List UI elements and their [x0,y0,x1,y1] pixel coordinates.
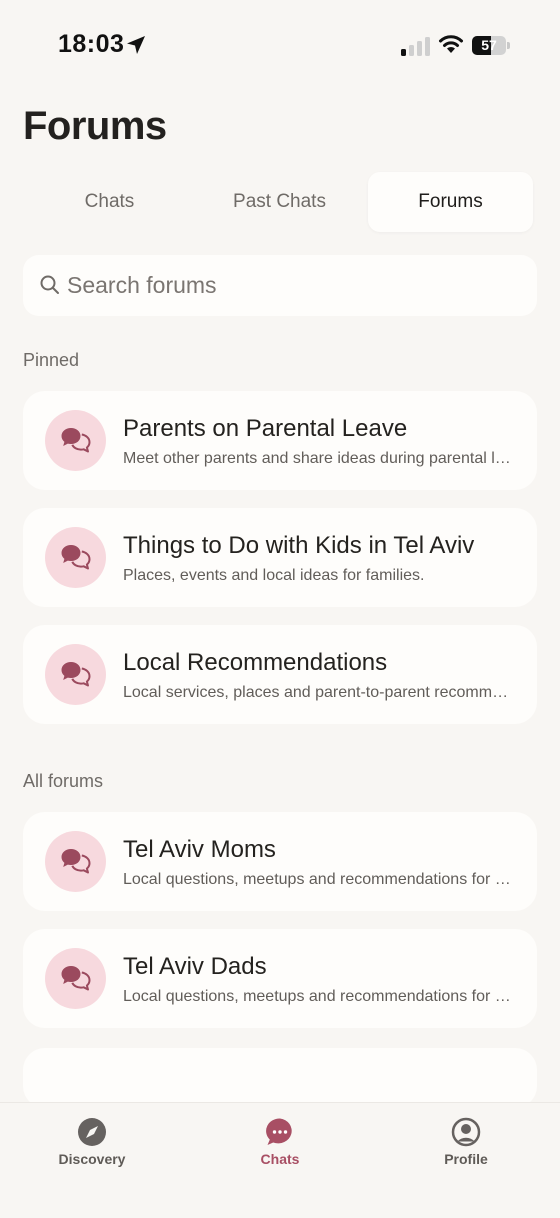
segmented-tabs: Chats Past Chats Forums [23,172,537,232]
section-label-all-forums: All forums [23,771,104,791]
wifi-icon [439,35,463,53]
forum-description: Meet other parents and share ideas durin… [123,450,513,467]
nav-label: Chats [260,1151,300,1167]
search-icon [40,275,59,294]
forum-avatar [45,410,106,471]
nav-chats[interactable]: Chats [210,1103,350,1183]
search-bar [23,255,537,316]
battery-indicator: 57 [472,36,510,55]
chat-bubbles-icon [60,427,91,453]
compass-icon [78,1118,106,1146]
forum-card[interactable]: Parents on Parental Leave Meet other par… [23,391,537,490]
forum-title: Local Recommendations [123,649,388,676]
status-time: 18:03 [58,30,125,58]
nav-profile[interactable]: Profile [396,1103,536,1183]
forum-description: Local questions, meetups and recommendat… [123,988,513,1005]
forum-description: Places, events and local ideas for famil… [123,567,425,584]
forum-card[interactable]: Tel Aviv Dads Local questions, meetups a… [23,929,537,1028]
forum-card-partial[interactable] [23,1048,537,1108]
nav-label: Profile [444,1151,488,1167]
forum-avatar [45,831,106,892]
forum-avatar [45,527,106,588]
tab-chats[interactable]: Chats [23,172,196,232]
chat-bubbles-icon [60,965,91,991]
forum-title: Tel Aviv Moms [123,836,276,863]
cellular-signal-icon [401,37,430,56]
battery-percent: 57 [481,37,497,53]
forum-title: Tel Aviv Dads [123,953,267,980]
forum-avatar [45,948,106,1009]
tab-past-chats[interactable]: Past Chats [196,172,363,232]
forum-card[interactable]: Local Recommendations Local services, pl… [23,625,537,724]
search-input[interactable] [67,255,517,316]
profile-icon [451,1117,481,1147]
chat-bubbles-icon [60,544,91,570]
chat-bubbles-icon [60,848,91,874]
forum-title: Parents on Parental Leave [123,415,408,442]
tab-forums[interactable]: Forums [368,172,533,232]
location-arrow-icon [127,36,145,54]
forum-description: Local services, places and parent-to-par… [123,684,513,701]
status-bar: 18:03 57 [0,0,560,90]
forum-avatar [45,644,106,705]
forum-card[interactable]: Things to Do with Kids in Tel Aviv Place… [23,508,537,607]
chat-bubbles-icon [60,661,91,687]
forum-card[interactable]: Tel Aviv Moms Local questions, meetups a… [23,812,537,911]
bottom-navigation: Discovery Chats Profile [0,1102,560,1218]
nav-discovery[interactable]: Discovery [22,1103,162,1183]
chat-dots-icon [266,1118,292,1145]
page-title: Forums [23,104,167,148]
forum-description: Local questions, meetups and recommendat… [123,871,513,888]
section-label-pinned: Pinned [23,350,80,370]
forum-title: Things to Do with Kids in Tel Aviv [123,532,475,559]
nav-label: Discovery [58,1151,126,1167]
